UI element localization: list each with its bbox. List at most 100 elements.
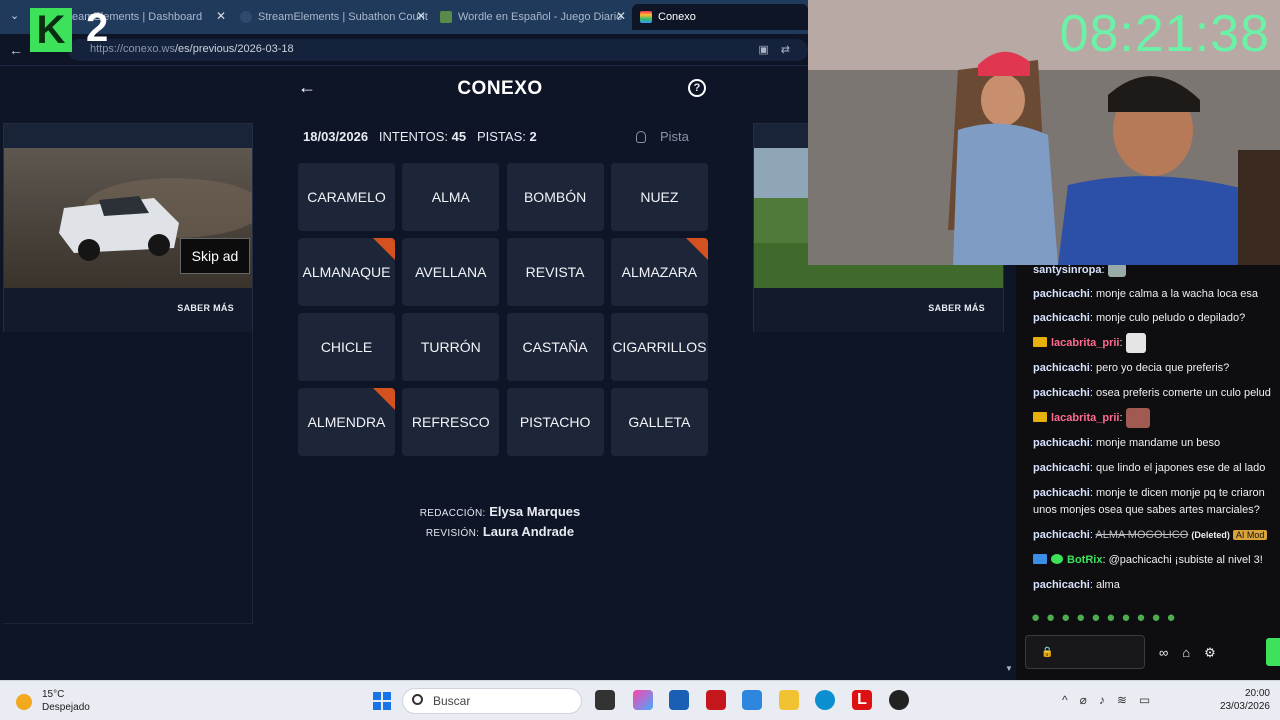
word-tile[interactable]: GALLETA [610,388,708,456]
l-app-icon[interactable]: L [852,690,872,710]
store-icon[interactable] [669,690,689,710]
chat-username[interactable]: lacabrita_prii [1051,412,1119,424]
word-tile[interactable]: REFRESCO [402,388,500,456]
weather-condition: Despejado [42,702,90,713]
taskbar-search[interactable]: Buscar [402,688,582,714]
ad-header [4,124,252,148]
word-tile[interactable]: CIGARRILLOS [610,313,708,381]
verified-badge-icon [1051,554,1063,564]
chat-username[interactable]: lacabrita_prii [1051,337,1119,349]
scroll-down-icon[interactable]: ▼ [1005,664,1013,673]
taskbar: 15°C Despejado Buscar L ^⌀♪≋▭ 20:00 23/0… [0,680,1280,720]
ad-truck-image[interactable]: Skip ad [4,148,252,288]
attempts-value: 45 [451,129,467,144]
chat-username[interactable]: santysinropa [1033,265,1101,276]
chat-username[interactable]: pachicachi [1033,387,1090,399]
word-tile[interactable]: REVISTA [506,238,604,306]
hint-button[interactable]: Pista [636,129,689,144]
copilot-icon[interactable] [633,690,653,710]
chat-text: monje calma a la wacha loca esa [1095,288,1259,300]
word-tile[interactable]: CHICLE [298,313,395,381]
word-tile[interactable]: CARAMELO [298,163,395,231]
close-icon[interactable]: ✕ [416,9,426,23]
obs-icon[interactable] [889,690,909,710]
chat-username[interactable]: pachicachi [1033,362,1090,374]
moon-weather-icon [16,694,32,710]
chat-text: monje te dicen monje pq te criaron [1095,487,1265,499]
word-tile[interactable]: ALMANAQUE [298,238,395,306]
chat-username[interactable]: pachicachi [1033,579,1090,591]
tab-subathon-count[interactable]: StreamElements | Subathon Count ✕ [232,4,432,30]
tab-wordle[interactable]: Wordle en Español - Juego Diario ✕ [432,4,632,30]
word-tile-label: REVISTA [525,264,585,280]
lock-icon: 🔒 [1041,647,1054,658]
taskbar-clock[interactable]: 20:00 23/03/2026 [1220,687,1270,713]
system-tray-icons[interactable]: ^⌀♪≋▭ [1062,693,1162,707]
skip-ad-button[interactable]: Skip ad [180,238,250,274]
word-tile-label: PISTACHO [519,414,591,430]
edge-icon[interactable] [815,690,835,710]
temperature: 15°C [42,689,65,700]
word-tile-label: TURRÓN [420,339,481,355]
tab-label: Conexo [658,11,696,23]
game-header: ← CONEXO ? [290,76,710,102]
saber-mas-button[interactable]: SABER MÁS [928,303,985,313]
chat-text: alma [1095,579,1120,591]
weather-widget[interactable]: 15°C Despejado [16,688,90,714]
chat-send-button[interactable] [1266,638,1280,666]
mcafee-icon[interactable] [706,690,726,710]
lightbulb-icon [636,131,646,143]
windows-start-icon[interactable] [373,692,391,710]
task-view-icon[interactable] [595,690,615,710]
word-tile[interactable]: ALMAZARA [610,238,708,306]
word-tile[interactable]: BOMBÓN [506,163,604,231]
url-text[interactable]: https://conexo.ws/es/previous/2026-03-18 [90,43,294,55]
webcam-overlay: 08:21:38 [808,0,1280,265]
chat-username[interactable]: pachicachi [1033,288,1090,300]
chat-username[interactable]: pachicachi [1033,437,1090,449]
chat-text: @pachicachi ¡subiste al nivel 3! [1108,554,1263,566]
chat-message: pachicachi: pero yo decia que preferis? [1033,362,1230,374]
chat-username[interactable]: pachicachi [1033,312,1090,324]
outlook-icon[interactable] [742,690,762,710]
help-icon[interactable]: ? [688,79,706,97]
tab-list-chevron-icon[interactable]: ⌄ [10,9,19,22]
word-tile-label: ALMENDRA [307,414,386,430]
word-tile[interactable]: TURRÓN [402,313,500,381]
word-tile[interactable]: ALMA [402,163,500,231]
word-tile[interactable]: ALMENDRA [298,388,395,456]
word-tile[interactable]: PISTACHO [506,388,604,456]
chat-message: santysinropa: [1033,265,1126,277]
tab-conexo[interactable]: Conexo [632,4,808,30]
chat-message: lacabrita_prii: [1033,408,1150,428]
streamelements-favicon-icon [240,11,252,23]
saber-mas-button[interactable]: SABER MÁS [177,303,234,313]
chat-username[interactable]: pachicachi [1033,462,1090,474]
search-placeholder: Buscar [433,694,471,708]
chat-text: unos monjes osea que sabes artes marcial… [1033,504,1260,516]
credits: REDACCIÓN: Elysa Marques REVISIÓN: Laura… [380,503,620,543]
word-tile[interactable]: NUEZ [610,163,708,231]
chat-message: pachicachi: alma [1033,579,1120,591]
word-tile[interactable]: AVELLANA [402,238,500,306]
crown-badge-icon [1033,336,1047,347]
bot-badge-icon [1033,554,1047,564]
chat-action-icons[interactable]: ∞⌂⚙ [1159,645,1230,661]
address-bar-icons[interactable]: ▣⇄ [758,43,802,56]
tab-label: Wordle en Español - Juego Diario [458,11,623,23]
tab-label: StreamElements | Dashboard [58,11,203,23]
chat-message: pachicachi: que lindo el japones ese de … [1033,462,1266,474]
word-tile[interactable]: CASTAÑA [506,313,604,381]
chat-username[interactable]: pachicachi [1033,529,1090,541]
emote-bar[interactable]: ●●●●●●●●●● [1031,609,1182,626]
file-explorer-icon[interactable] [779,690,799,710]
chat-message-continuation: unos monjes osea que sabes artes marcial… [1033,504,1260,516]
close-icon[interactable]: ✕ [616,9,626,23]
chat-username[interactable]: pachicachi [1033,487,1090,499]
close-icon[interactable]: ✕ [216,9,226,23]
browser-back-icon[interactable]: ← [9,42,23,58]
ad-left[interactable]: Skip ad SABER MÁS [3,123,253,332]
word-tile-label: CIGARRILLOS [612,339,707,355]
chat-username[interactable]: BotRix [1067,554,1102,566]
ad-footer: SABER MÁS [4,288,252,332]
